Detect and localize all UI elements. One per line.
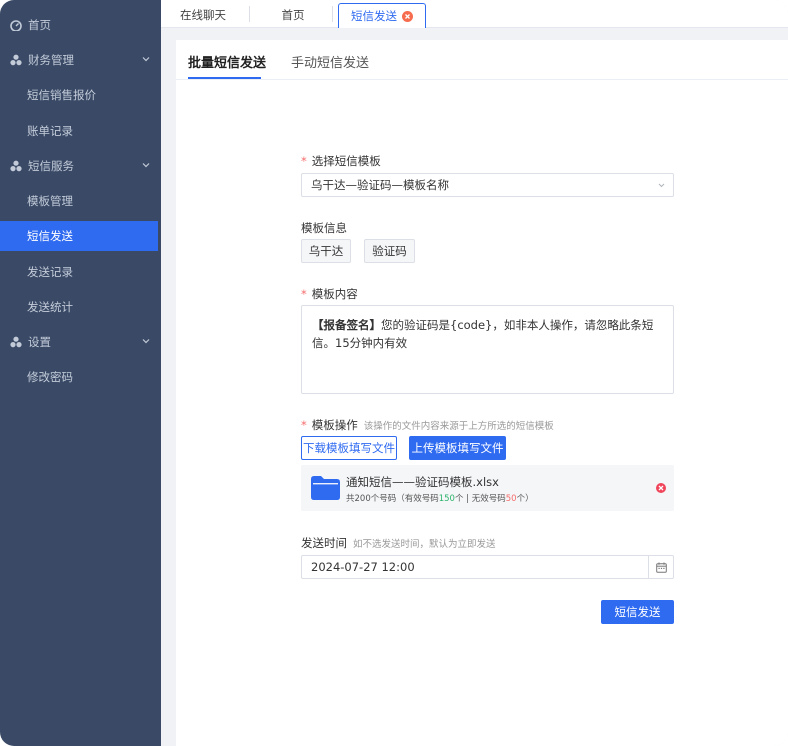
sidebar-item-label: 财务管理	[28, 53, 74, 67]
download-template-button[interactable]: 下载模板填写文件	[301, 436, 397, 460]
template-operation-label: * 模板操作 该操作的文件内容来源于上方所选的短信模板	[301, 417, 554, 433]
active-tab-indicator	[188, 77, 261, 79]
tab-sms-send[interactable]: 短信发送	[338, 3, 426, 28]
label-text: 模板内容	[311, 287, 358, 301]
cluster-icon	[10, 54, 22, 66]
tab-divider	[249, 6, 250, 22]
tag-type: 验证码	[364, 239, 415, 263]
sidebar-item-sms-send[interactable]: 短信发送	[0, 221, 158, 251]
tab-divider	[332, 6, 333, 22]
sidebar-item-label: 发送记录	[27, 265, 73, 279]
template-select[interactable]: 乌干达—验证码—模板名称	[301, 173, 674, 197]
sidebar-item-settings[interactable]: 设置	[0, 327, 158, 357]
sidebar-item-bill-records[interactable]: 账单记录	[0, 116, 158, 146]
template-content-label: * 模板内容	[301, 286, 358, 302]
label-text: 模板操作	[311, 418, 358, 432]
invalid-count: 50	[505, 494, 517, 504]
tab-label: 短信发送	[351, 9, 397, 23]
tab-manual-sms[interactable]: 手动短信发送	[291, 52, 369, 71]
sidebar-item-label: 短信销售报价	[27, 88, 96, 102]
send-time-label: 发送时间 如不选发送时间，默认为立即发送	[301, 535, 496, 551]
send-time-hint: 如不选发送时间，默认为立即发送	[353, 539, 496, 550]
page-tabbar: 在线聊天 首页 短信发送	[161, 0, 788, 28]
operation-hint: 该操作的文件内容来源于上方所选的短信模板	[363, 421, 554, 432]
required-mark: *	[301, 418, 307, 432]
sidebar-item-send-stats[interactable]: 发送统计	[0, 292, 158, 322]
upload-template-button[interactable]: 上传模板填写文件	[409, 436, 506, 460]
label-text: 选择短信模板	[311, 154, 381, 168]
sidebar-item-label: 设置	[28, 335, 51, 349]
tab-home[interactable]: 首页	[269, 3, 317, 26]
sidebar-item-label: 首页	[28, 18, 51, 32]
cluster-icon	[10, 336, 22, 348]
remove-file-icon[interactable]	[656, 483, 666, 493]
send-time-input[interactable]: 2024-07-27 12:00	[301, 555, 674, 579]
label-text: 发送时间	[301, 536, 347, 550]
sidebar-item-label: 账单记录	[27, 124, 73, 138]
file-stats: 共200个号码（有效号码150个 | 无效号码50个）	[346, 492, 534, 504]
cluster-icon	[10, 160, 22, 172]
content-signature: 【报备签名】	[312, 318, 381, 332]
sidebar: 首页 财务管理 短信销售报价 账单记录 短信服务 模板管理 短信发送 发送记录 …	[0, 0, 161, 746]
sidebar-item-template-management[interactable]: 模板管理	[0, 186, 158, 216]
sidebar-item-home[interactable]: 首页	[0, 10, 158, 40]
calendar-icon	[655, 562, 667, 573]
main-panel: 批量短信发送 手动短信发送 * 选择短信模板 乌干达—验证码—模板名称 模板信息 …	[176, 40, 788, 746]
file-meta-text: 个 | 无效号码	[454, 494, 506, 504]
uploaded-file-card: 通知短信——验证码模板.xlsx 共200个号码（有效号码150个 | 无效号码…	[301, 465, 674, 511]
required-mark: *	[301, 154, 307, 168]
file-meta-text: 个）	[516, 494, 534, 504]
tag-country: 乌干达	[301, 239, 351, 263]
chevron-down-icon	[658, 183, 665, 188]
sidebar-item-change-password[interactable]: 修改密码	[0, 362, 158, 392]
sidebar-item-send-records[interactable]: 发送记录	[0, 257, 158, 287]
file-meta-text: 共200个号码（有效号码	[346, 494, 439, 504]
close-icon[interactable]	[402, 10, 413, 22]
sidebar-item-label: 发送统计	[27, 300, 73, 314]
sidebar-item-sms-price[interactable]: 短信销售报价	[0, 80, 158, 110]
app-frame: 首页 财务管理 短信销售报价 账单记录 短信服务 模板管理 短信发送 发送记录 …	[0, 0, 788, 746]
sidebar-item-label: 短信服务	[28, 159, 74, 173]
calendar-button[interactable]	[648, 556, 673, 578]
send-time-value: 2024-07-27 12:00	[311, 560, 415, 574]
select-value: 乌干达—验证码—模板名称	[311, 178, 449, 192]
sidebar-item-label: 短信发送	[27, 229, 73, 243]
tab-label: 首页	[281, 7, 305, 22]
folder-icon	[311, 476, 340, 500]
send-mode-tabs: 批量短信发送 手动短信发送	[176, 40, 788, 80]
tab-batch-sms[interactable]: 批量短信发送	[188, 52, 266, 71]
template-content-textarea[interactable]: 【报备签名】您的验证码是{code}，如非本人操作，请忽略此条短信。15分钟内有…	[301, 305, 674, 394]
chevron-down-icon	[142, 339, 150, 344]
tab-online-chat[interactable]: 在线聊天	[173, 3, 233, 26]
sidebar-item-finance[interactable]: 财务管理	[0, 45, 158, 75]
valid-count: 150	[438, 494, 455, 504]
tab-label: 在线聊天	[180, 7, 226, 22]
sidebar-item-sms-service[interactable]: 短信服务	[0, 151, 158, 181]
required-mark: *	[301, 287, 307, 301]
home-icon	[10, 20, 22, 31]
template-select-label: * 选择短信模板	[301, 153, 381, 169]
chevron-down-icon	[142, 57, 150, 62]
chevron-down-icon	[142, 163, 150, 168]
send-sms-button[interactable]: 短信发送	[601, 600, 674, 624]
file-name: 通知短信——验证码模板.xlsx	[346, 475, 499, 489]
template-info-label: 模板信息	[301, 221, 347, 235]
sidebar-item-label: 修改密码	[27, 370, 73, 384]
sidebar-item-label: 模板管理	[27, 194, 73, 208]
